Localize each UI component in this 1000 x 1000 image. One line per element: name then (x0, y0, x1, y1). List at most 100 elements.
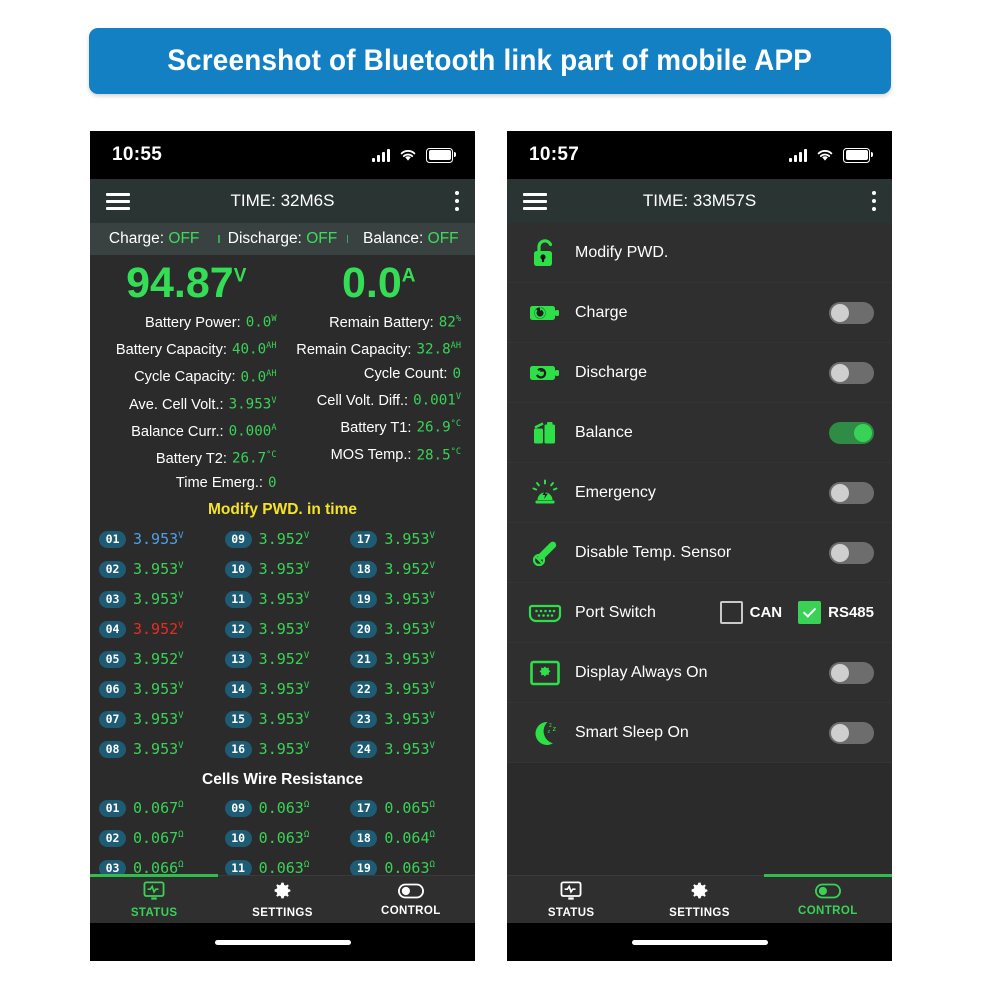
metric-label: Battery T2: (155, 451, 227, 468)
metric-row: Battery Capacity: 40.0AH (96, 335, 283, 362)
cell-index-badge: 10 (224, 829, 252, 847)
cell-value: 3.952V (133, 650, 184, 669)
cell-index-badge: 19 (350, 590, 378, 608)
alarm-light-icon (525, 478, 565, 508)
cell-value: 0.063Ω (258, 799, 310, 818)
toggle-switch[interactable] (829, 661, 874, 684)
tab-settings[interactable]: SETTINGS (635, 876, 763, 923)
option-can[interactable]: CAN (719, 601, 783, 624)
cell-index-badge: 02 (99, 829, 126, 847)
cell-unit: V (178, 741, 184, 752)
toggle-switch[interactable] (829, 541, 874, 564)
toggle-switch[interactable] (829, 421, 874, 444)
tab-label: CONTROL (380, 904, 441, 917)
tab-label: CONTROL (797, 904, 858, 917)
cell-unit: Ω (303, 800, 310, 811)
cell-unit: V (178, 681, 184, 692)
control-row-label: Balance (575, 423, 633, 441)
metric-unit: % (455, 314, 461, 325)
cell-unit: V (303, 531, 310, 542)
cellular-bars-icon (372, 148, 390, 162)
cell-value: 3.953V (133, 740, 184, 759)
cell-row: 22 3.953V (345, 674, 471, 704)
cell-index-badge: 01 (99, 530, 126, 548)
metric-row: Time Emerg.: 0 (96, 472, 283, 496)
control-row-display-always-on[interactable]: Display Always On (507, 643, 892, 703)
cell-row: 11 3.953V (220, 584, 346, 614)
metric-unit: AH (266, 368, 277, 379)
monitor-pulse-icon (560, 880, 582, 906)
metric-value: 26.7°C (231, 450, 277, 468)
checkbox[interactable] (719, 601, 743, 624)
cell-row: 23 3.953V (345, 704, 471, 734)
cell-row: 19 3.953V (345, 584, 471, 614)
kebab-menu-icon[interactable] (454, 190, 459, 212)
hamburger-menu-icon[interactable] (106, 192, 130, 210)
cell-row: 21 3.953V (345, 644, 471, 674)
control-row-smart-sleep-on[interactable]: z z z Smart Sleep On (507, 703, 892, 763)
cell-value: 3.953V (384, 740, 435, 759)
cell-value: 3.953V (384, 680, 435, 699)
cell-value: 3.953V (258, 710, 310, 729)
control-row-label: Smart Sleep On (575, 723, 689, 741)
modify-password-notice: Modify PWD. in time (208, 501, 357, 519)
tab-control[interactable]: CONTROL (347, 876, 475, 923)
control-row-balance[interactable]: Balance (507, 403, 892, 463)
balance-status-label: Balance: (363, 230, 424, 247)
tab-status[interactable]: STATUS (90, 874, 219, 923)
cell-row: 09 0.063Ω (220, 793, 346, 823)
cell-index-badge: 13 (224, 650, 252, 668)
control-row-label: Port Switch (575, 603, 656, 621)
option-rs485[interactable]: RS485 (798, 601, 874, 624)
cell-index-badge: 17 (350, 530, 378, 548)
app-bar-left: TIME: 32M6S (90, 179, 475, 223)
status-bar-clock: 10:55 (112, 144, 163, 165)
cell-index-badge: 01 (99, 799, 126, 817)
kebab-menu-icon[interactable] (871, 190, 876, 212)
tab-status[interactable]: STATUS (507, 876, 635, 923)
metric-row: Remain Capacity: 32.8AH (283, 335, 470, 362)
toggle-switch[interactable] (829, 481, 874, 504)
option-label: CAN (749, 604, 783, 621)
cell-unit: V (429, 711, 435, 722)
control-row-charge[interactable]: Charge (507, 283, 892, 343)
control-row-disable-temp-sensor[interactable]: Disable Temp. Sensor (507, 523, 892, 583)
tab-settings[interactable]: SETTINGS (218, 876, 346, 923)
moon-sleep-icon: zzz (525, 718, 565, 748)
cell-unit: Ω (429, 800, 435, 811)
control-row-label: Charge (575, 303, 628, 321)
toggle-switch-icon (814, 883, 841, 904)
gear-icon (689, 880, 710, 906)
control-row-port-switch[interactable]: Port Switch CAN RS485 (507, 583, 892, 643)
cell-unit: V (429, 591, 435, 602)
cell-unit: V (303, 591, 310, 602)
cell-unit: V (178, 711, 184, 722)
cell-unit: Ω (178, 860, 184, 871)
cell-value: 0.067Ω (133, 799, 184, 818)
control-row-emergency[interactable]: Emergency (507, 463, 892, 523)
toggle-switch[interactable] (829, 361, 874, 384)
hamburger-menu-icon[interactable] (523, 192, 547, 210)
control-row-discharge[interactable]: Discharge (507, 343, 892, 403)
metric-row: Remain Battery: 82% (283, 308, 470, 335)
cell-index-badge: 06 (99, 680, 126, 698)
cell-row: 20 3.953V (345, 614, 471, 644)
metric-row: Cell Volt. Diff.: 0.001V (283, 386, 470, 413)
metric-value: 0.0AH (240, 368, 277, 386)
cell-value: 3.953V (258, 680, 310, 699)
toggle-switch[interactable] (829, 721, 874, 744)
checkbox[interactable] (798, 601, 822, 624)
battery-charge-icon (525, 302, 565, 324)
tab-control[interactable]: CONTROL (763, 874, 892, 923)
metric-row: Balance Curr.: 0.000A (96, 417, 283, 444)
cell-index-badge: 18 (350, 829, 378, 847)
metric-unit: °C (266, 450, 277, 461)
cell-index-badge: 02 (99, 560, 126, 578)
cell-value: 3.952V (384, 560, 435, 579)
control-row-modify-pwd[interactable]: Modify PWD. (507, 223, 892, 283)
cell-value: 0.063Ω (258, 829, 310, 848)
cell-value: 0.065Ω (384, 799, 435, 818)
toggle-switch[interactable] (829, 301, 874, 324)
cell-unit: V (178, 621, 184, 632)
cell-index-badge: 04 (99, 620, 126, 638)
